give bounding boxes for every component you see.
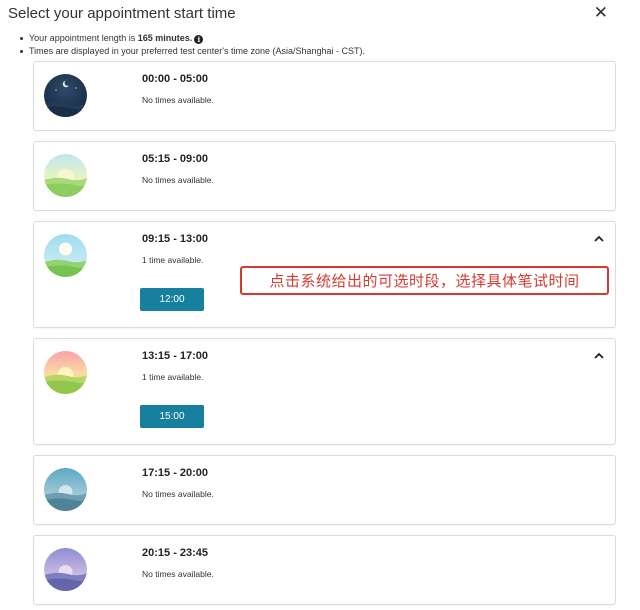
appointment-length-value: 165 minutes. (137, 33, 193, 43)
night-moon-icon (44, 74, 87, 117)
dialog-header: Select your appointment start time ✕ (8, 4, 632, 26)
slot-range: 20:15 - 23:45 (142, 547, 209, 559)
slot-range: 09:15 - 13:00 (142, 233, 209, 245)
slot-range: 05:15 - 09:00 (142, 153, 209, 165)
time-slot-card[interactable]: 13:15 - 17:00 1 time available. 15:00 (33, 338, 616, 445)
sunrise-icon (44, 154, 87, 197)
chevron-up-icon[interactable] (592, 349, 606, 363)
dusk-icon (44, 548, 87, 591)
morning-sun-icon (44, 234, 87, 277)
slot-availability: No times available. (142, 489, 214, 499)
info-list: Your appointment length is 165 minutes. i… (19, 32, 365, 58)
appointment-length-note: Your appointment length is 165 minutes. i (19, 32, 365, 45)
time-slot-card[interactable]: 00:00 - 05:00 No times available. (33, 61, 616, 131)
time-slot-card[interactable]: 05:15 - 09:00 No times available. (33, 141, 616, 211)
time-option-button[interactable]: 15:00 (140, 405, 204, 428)
info-icon[interactable]: i (194, 35, 204, 44)
slot-range: 13:15 - 17:00 (142, 350, 209, 362)
slot-availability: 1 time available. (142, 255, 204, 265)
dialog-title: Select your appointment start time (8, 5, 236, 22)
evening-icon (44, 468, 87, 511)
slot-range: 17:15 - 20:00 (142, 467, 209, 479)
slot-availability: No times available. (142, 175, 214, 185)
time-slot-card[interactable]: 20:15 - 23:45 No times available. (33, 535, 616, 605)
slot-availability: 1 time available. (142, 372, 204, 382)
slot-availability: No times available. (142, 95, 214, 105)
time-slot-card[interactable]: 17:15 - 20:00 No times available. (33, 455, 616, 525)
chevron-up-icon[interactable] (592, 232, 606, 246)
time-option-button[interactable]: 12:00 (140, 288, 204, 311)
timezone-note: Times are displayed in your preferred te… (19, 45, 365, 58)
close-icon[interactable]: ✕ (594, 4, 608, 22)
slot-availability: No times available. (142, 569, 214, 579)
instruction-annotation: 点击系统给出的可选时段，选择具体笔试时间 (240, 266, 609, 295)
slot-range: 00:00 - 05:00 (142, 73, 209, 85)
afternoon-sun-icon (44, 351, 87, 394)
